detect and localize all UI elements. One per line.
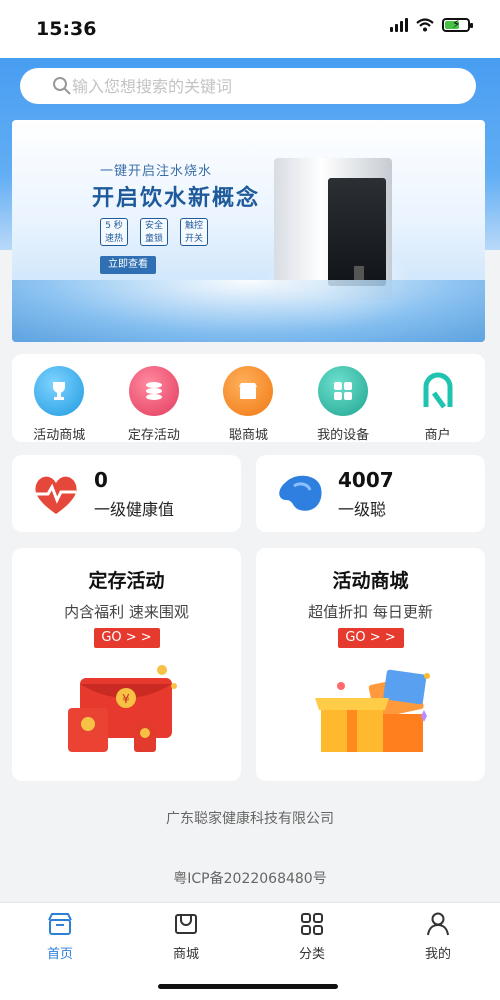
banner-view-button[interactable]: 立即查看 — [100, 256, 156, 274]
banner-title: 开启饮水新概念 — [92, 186, 261, 211]
red-envelope-icon: ¥ — [67, 665, 177, 752]
search-icon — [53, 77, 71, 95]
heart-pulse-icon — [35, 476, 77, 514]
nav-label: 我的设备 — [317, 428, 370, 443]
tab-label: 首页 — [46, 947, 73, 962]
status-bar: 15:36 ⚡ — [0, 0, 500, 58]
coins-icon — [128, 366, 179, 416]
tab-mall[interactable]: 商城 — [146, 911, 226, 962]
company-name: 广东聪家健康科技有限公司 — [166, 811, 334, 827]
mall-promo-card[interactable]: 活动商城 超值折扣 每日更新 GO > > — [256, 548, 485, 781]
promo-title: 活动商城 — [332, 570, 409, 592]
promo-title: 定存活动 — [88, 570, 165, 592]
mall-icon — [175, 914, 197, 934]
tab-mine[interactable]: 我的 — [398, 911, 478, 962]
battery-icon: ⚡ — [442, 17, 473, 32]
tab-label: 我的 — [424, 947, 451, 962]
status-icons: ⚡ — [390, 17, 473, 32]
icp-number: 粤ICP备2022068480号 — [173, 871, 327, 887]
promo-subtitle: 内含福利 速来围观 — [64, 603, 189, 621]
cong-value-card[interactable]: 4007 一级聪 — [256, 455, 485, 532]
signal-icon — [390, 18, 408, 32]
home-indicator — [158, 984, 338, 989]
banner-tagline: 一键开启注水烧水 — [100, 164, 213, 179]
promo-banner[interactable]: 一键开启注水烧水 开启饮水新概念 5 秒速热 安全 童锁 触控 开关 立即查看 — [12, 120, 485, 342]
bean-icon — [279, 475, 322, 511]
banner-feature: 安全 童锁 — [140, 218, 168, 246]
wifi-icon — [416, 18, 434, 32]
shop-icon — [223, 366, 274, 416]
banner-feature: 5 秒速热 — [100, 218, 128, 246]
nav-label: 活动商城 — [33, 428, 86, 443]
tab-label: 商城 — [172, 947, 199, 962]
svg-text:¥: ¥ — [122, 692, 130, 706]
health-value: 0 — [94, 467, 108, 492]
cong-value: 4007 — [338, 467, 394, 492]
nav-item-merchant[interactable]: 商户 — [393, 366, 483, 443]
deposit-promo-card[interactable]: 定存活动 内含福利 速来围观 GO > > ¥ — [12, 548, 241, 781]
water-dispenser-image — [274, 158, 392, 300]
nav-item-cong-mall[interactable]: 聪商城 — [203, 366, 293, 443]
nav-label: 定存活动 — [127, 428, 180, 443]
tab-home[interactable]: 首页 — [20, 911, 100, 962]
grid-icon — [318, 366, 369, 416]
nav-label: 聪商城 — [228, 428, 268, 443]
merchant-icon — [413, 366, 463, 416]
home-store-icon — [48, 913, 72, 935]
nav-label: 商户 — [424, 428, 451, 443]
promo-subtitle: 超值折扣 每日更新 — [308, 603, 433, 621]
water-wave — [12, 280, 485, 342]
go-button[interactable]: GO > > — [337, 628, 404, 648]
search-bar[interactable] — [20, 68, 476, 104]
tab-category[interactable]: 分类 — [272, 911, 352, 962]
go-button[interactable]: GO > > — [93, 628, 160, 648]
trophy-icon — [34, 366, 85, 416]
cong-label: 一级聪 — [338, 499, 387, 519]
health-label: 一级健康值 — [94, 499, 175, 519]
banner-feature: 触控 开关 — [180, 218, 208, 246]
nav-item-my-devices[interactable]: 我的设备 — [298, 366, 388, 443]
nav-item-deposit-activity[interactable]: 定存活动 — [109, 366, 199, 443]
gift-box-icon — [314, 669, 430, 752]
user-icon — [427, 912, 449, 936]
nav-item-activity-mall[interactable]: 活动商城 — [14, 366, 104, 443]
quick-nav: 活动商城 定存活动 聪商城 我的设备 商户 — [12, 354, 485, 443]
status-time: 15:36 — [36, 18, 97, 40]
search-input[interactable] — [70, 75, 430, 97]
category-icon — [301, 913, 323, 935]
health-value-card[interactable]: 0 一级健康值 — [12, 455, 241, 532]
tab-label: 分类 — [298, 947, 325, 962]
